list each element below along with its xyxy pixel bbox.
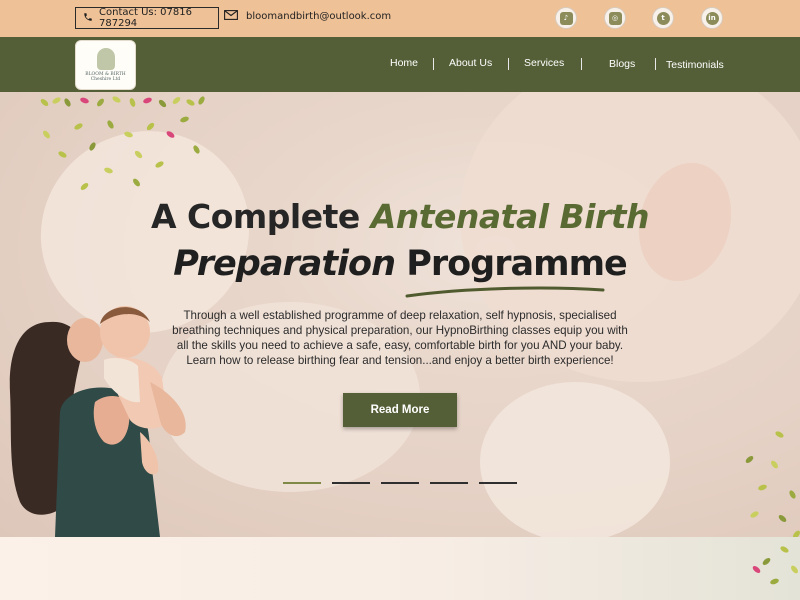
hero-title-line-1: A Complete Antenatal Birth bbox=[0, 197, 800, 236]
linkedin-link[interactable]: in bbox=[701, 7, 723, 29]
top-bar: Contact Us: 07816 787294 bloomandbirth@o… bbox=[0, 0, 800, 37]
nav-separator bbox=[433, 58, 434, 70]
slider-dot[interactable] bbox=[283, 482, 321, 484]
main-nav: BLOOM & BIRTH Cheshire Ltd Home About Us… bbox=[0, 37, 800, 92]
slider-dot[interactable] bbox=[479, 482, 517, 484]
contact-phone-button[interactable]: Contact Us: 07816 787294 bbox=[75, 7, 219, 29]
site-logo[interactable]: BLOOM & BIRTH Cheshire Ltd bbox=[75, 40, 136, 90]
slider-dot[interactable] bbox=[381, 482, 419, 484]
hero-background-fist bbox=[480, 382, 670, 537]
instagram-link[interactable]: ◎ bbox=[604, 7, 626, 29]
next-section bbox=[0, 537, 800, 600]
logo-mother-icon bbox=[96, 47, 115, 70]
nav-separator bbox=[581, 58, 582, 70]
title-underline-swoosh bbox=[405, 286, 605, 298]
nav-item-services[interactable]: Services bbox=[524, 57, 564, 69]
nav-item-about-us[interactable]: About Us bbox=[449, 57, 492, 69]
hero-title-part-1: A Complete bbox=[150, 197, 371, 236]
nav-separator bbox=[508, 58, 509, 70]
contact-phone-label: Contact Us: 07816 787294 bbox=[99, 7, 192, 29]
twitter-link[interactable]: t bbox=[652, 7, 674, 29]
linkedin-icon: in bbox=[705, 11, 719, 25]
phone-icon bbox=[83, 12, 93, 25]
hero-banner: A Complete Antenatal Birth Preparation P… bbox=[0, 92, 800, 537]
mail-icon bbox=[224, 10, 238, 23]
email-link[interactable]: bloomandbirth@outlook.com bbox=[224, 10, 391, 23]
nav-item-home[interactable]: Home bbox=[390, 57, 418, 69]
tiktok-link[interactable]: ♪ bbox=[555, 7, 577, 29]
email-address: bloomandbirth@outlook.com bbox=[246, 11, 392, 22]
nav-item-testimonials[interactable]: Testimonials bbox=[666, 59, 724, 71]
nav-separator bbox=[655, 58, 656, 70]
logo-subtext: Cheshire Ltd bbox=[90, 77, 121, 82]
nav-item-blogs[interactable]: Blogs bbox=[609, 58, 635, 70]
hero-title-part-2: Programme bbox=[395, 244, 628, 284]
slider-dot[interactable] bbox=[332, 482, 370, 484]
read-more-button[interactable]: Read More bbox=[343, 393, 457, 427]
slider-dot[interactable] bbox=[430, 482, 468, 484]
twitter-icon: t bbox=[656, 11, 670, 25]
hero-description: Through a well established programme of … bbox=[172, 309, 628, 367]
hero-title-accent: Antenatal Birth bbox=[370, 197, 650, 236]
hero-title-line-2: Preparation Programme bbox=[0, 244, 800, 284]
tiktok-icon: ♪ bbox=[559, 11, 573, 25]
instagram-icon: ◎ bbox=[608, 11, 622, 25]
hero-title-italic: Preparation bbox=[173, 244, 396, 284]
